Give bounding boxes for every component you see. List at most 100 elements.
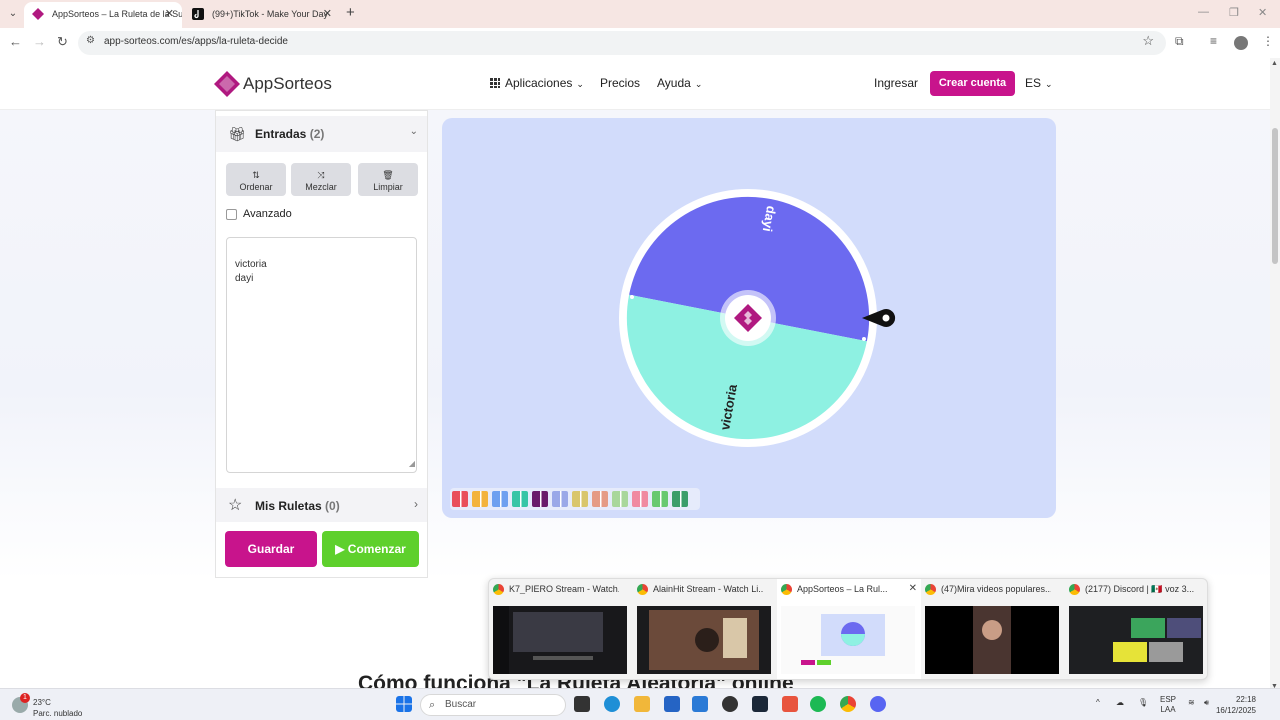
site-logo[interactable]: AppSorteos [214, 71, 332, 97]
tab-title: AppSorteos – La Ruleta de la Suerte [52, 9, 182, 19]
tab-search-chevron-icon[interactable]: ⌄ [4, 5, 22, 23]
nav-aplicaciones[interactable]: Aplicaciones ⌄ [490, 76, 584, 90]
chevron-down-icon: ⌄ [576, 79, 584, 89]
browser-tab-appsorteos[interactable]: AppSorteos – La Ruleta de la Suerte ✕ [24, 2, 182, 28]
system-clock[interactable]: 22:18 16/12/2025 [1216, 694, 1256, 716]
wheel-peg [862, 337, 866, 341]
minimize-icon[interactable]: — [1198, 6, 1209, 18]
chevron-down-icon: ⌄ [409, 126, 418, 137]
tray-overflow-icon[interactable]: ^ [1096, 698, 1100, 708]
site-info-icon[interactable]: ⚙ [86, 35, 95, 46]
preview-window[interactable]: K7_PIERO Stream - Watch... [489, 579, 633, 679]
theme-swatch[interactable] [592, 491, 608, 507]
create-account-button[interactable]: Crear cuenta [930, 71, 1015, 96]
close-tab-icon[interactable]: ✕ [323, 2, 332, 26]
browser-menu-icon[interactable]: ⋮ [1262, 34, 1274, 48]
close-tab-icon[interactable]: ✕ [165, 2, 174, 26]
clear-button[interactable]: 🗑︎ Limpiar [358, 163, 418, 196]
wifi-icon[interactable]: ≋ [1188, 698, 1195, 708]
spotify-icon[interactable] [810, 696, 826, 712]
preview-title: (47)Mira videos populares... [941, 584, 1051, 594]
edge-icon[interactable] [604, 696, 620, 712]
start-button[interactable]: ▶ Comenzar [322, 531, 419, 567]
profile-avatar[interactable] [1234, 36, 1248, 50]
preview-window[interactable]: (2177) Discord | 🇲🇽 voz 3... [1065, 579, 1209, 679]
save-button[interactable]: Guardar [225, 531, 317, 567]
wheel[interactable]: dayi victoria [442, 118, 1056, 488]
theme-swatch[interactable] [532, 491, 548, 507]
scroll-up-icon[interactable]: ▲ [1271, 60, 1278, 67]
theme-swatch[interactable] [552, 491, 568, 507]
language-selector[interactable]: ES ⌄ [1025, 76, 1053, 90]
close-window-icon[interactable]: ✕ [1258, 6, 1267, 19]
app-icon[interactable] [722, 696, 738, 712]
entries-header[interactable]: 🎁︎ Entradas (2) ⌄ [216, 116, 427, 152]
theme-swatch[interactable] [572, 491, 588, 507]
new-tab-icon[interactable]: + [346, 4, 355, 21]
steam-icon[interactable] [752, 696, 768, 712]
my-wheels-header[interactable]: ☆ Mis Ruletas (0) › [216, 488, 427, 522]
theme-swatch[interactable] [652, 491, 668, 507]
volume-icon[interactable]: 🔊︎ [1204, 698, 1209, 708]
sort-button[interactable]: ⇅ Ordenar [226, 163, 286, 196]
url-text[interactable]: app-sorteos.com/es/apps/la-ruleta-decide [104, 36, 288, 47]
reload-icon[interactable]: ↻ [57, 34, 68, 50]
onedrive-icon[interactable]: ☁ [1116, 698, 1124, 708]
entries-textarea[interactable]: victoria dayi ◢ [226, 237, 417, 473]
theme-swatch[interactable] [512, 491, 528, 507]
login-link[interactable]: Ingresar [874, 76, 918, 90]
entries-count: (2) [309, 127, 325, 141]
theme-swatch[interactable] [472, 491, 488, 507]
windows-start-icon[interactable] [396, 696, 412, 712]
preview-thumbnail [493, 606, 627, 674]
preview-window[interactable]: AlainHit Stream - Watch Li... [633, 579, 777, 679]
chrome-icon[interactable] [840, 696, 856, 712]
forward-icon[interactable]: → [33, 34, 46, 49]
theme-swatch[interactable] [672, 491, 688, 507]
file-explorer-icon[interactable] [634, 696, 650, 712]
theme-swatch[interactable] [492, 491, 508, 507]
login-label: Ingresar [874, 76, 919, 90]
restore-icon[interactable]: ❐ [1229, 6, 1239, 19]
shuffle-button[interactable]: ⤨ Mezclar [291, 163, 351, 196]
media-controls-icon[interactable]: ≡ [1210, 34, 1217, 48]
store-icon[interactable] [664, 696, 680, 712]
nav-precios[interactable]: Precios [600, 76, 640, 90]
preview-window-active[interactable]: AppSorteos – La Rul... ✕ [777, 579, 921, 679]
address-bar[interactable]: ⚙ app-sorteos.com/es/apps/la-ruleta-deci… [78, 31, 1166, 55]
temperature: 23°C [33, 698, 51, 707]
resize-handle-icon[interactable]: ◢ [409, 457, 415, 471]
theme-swatch[interactable] [612, 491, 628, 507]
chevron-down-icon: ⌄ [1045, 79, 1053, 89]
theme-swatch[interactable] [632, 491, 648, 507]
app-icon[interactable] [782, 696, 798, 712]
close-preview-icon[interactable]: ✕ [909, 583, 917, 594]
bookmark-star-icon[interactable]: ☆ [1142, 33, 1154, 49]
taskbar-preview-popup: K7_PIERO Stream - Watch... AlainHit Stre… [488, 578, 1208, 680]
shuffle-icon: ⤨ [317, 170, 325, 180]
advanced-toggle[interactable]: Avanzado [226, 208, 292, 220]
nav-ayuda[interactable]: Ayuda ⌄ [657, 76, 702, 90]
preview-window[interactable]: (47)Mira videos populares... [921, 579, 1065, 679]
my-wheels-count: (0) [325, 499, 340, 513]
input-language[interactable]: ESP LAA [1160, 695, 1176, 715]
apps-grid-icon [490, 78, 500, 88]
browser-tab-tiktok[interactable]: (99+)TikTok - Make Your Day ✕ [184, 2, 340, 28]
browser-toolbar: ← → ↻ ⚙ app-sorteos.com/es/apps/la-rulet… [0, 28, 1280, 58]
back-icon[interactable]: ← [9, 34, 22, 49]
outlook-icon[interactable] [692, 696, 708, 712]
microphone-icon[interactable]: 🎙︎ [1138, 698, 1148, 708]
advanced-label: Avanzado [243, 208, 292, 220]
browser-tabbar: ⌄ AppSorteos – La Ruleta de la Suerte ✕ … [0, 0, 1280, 28]
task-view-icon[interactable] [574, 696, 590, 712]
start-label: Comenzar [347, 542, 406, 556]
page-scrollbar[interactable]: ▲ ▼ [1270, 58, 1280, 690]
taskbar-search[interactable]: ⌕ Buscar [420, 694, 566, 716]
advanced-checkbox[interactable] [226, 208, 237, 220]
scrollbar-thumb[interactable] [1272, 128, 1278, 264]
appsorteos-favicon-icon [32, 8, 44, 20]
discord-icon[interactable] [870, 696, 886, 712]
extensions-icon[interactable]: ⧉ [1175, 34, 1184, 49]
nav-label: Precios [600, 76, 641, 90]
theme-swatch[interactable] [452, 491, 468, 507]
